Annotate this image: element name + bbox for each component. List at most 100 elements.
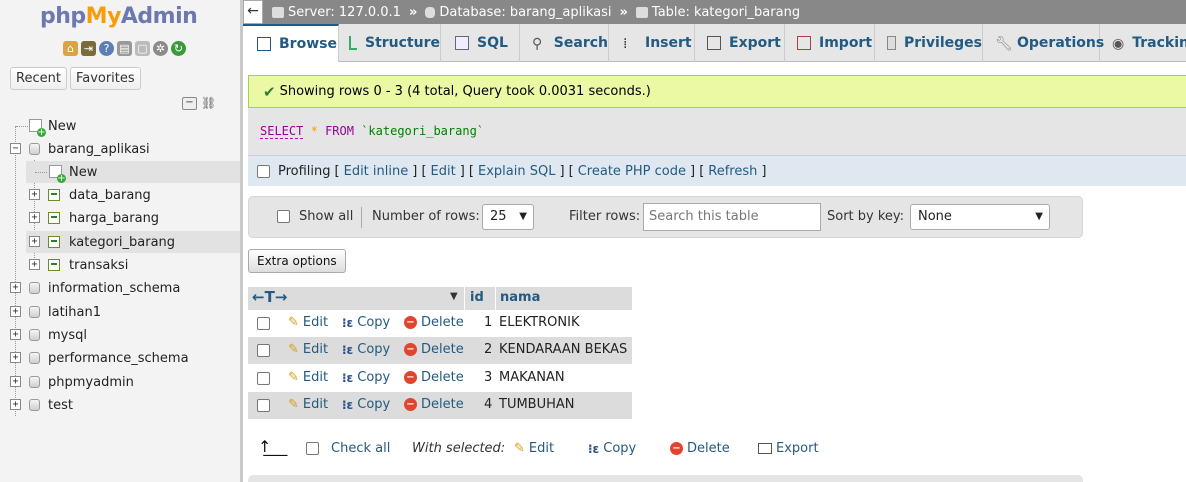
row-checkbox[interactable] xyxy=(257,317,270,330)
tab-insert[interactable]: ⁞ Insert xyxy=(609,24,695,62)
profiling-checkbox[interactable] xyxy=(257,164,270,178)
check-all-control[interactable]: Check all xyxy=(306,441,390,456)
bulk-edit-button[interactable]: ✎ Edit xyxy=(514,441,554,456)
row-checkbox[interactable] xyxy=(257,399,270,412)
cell-id[interactable]: 3 xyxy=(484,370,492,385)
link-with-main-icon[interactable]: ⛓ xyxy=(201,96,216,110)
tree-item-transaksi[interactable]: + transaksi xyxy=(0,254,240,276)
tree-item-harga-barang[interactable]: + harga_barang xyxy=(0,207,240,229)
create-php-code-link[interactable]: Create PHP code xyxy=(578,164,686,179)
show-all-checkbox[interactable] xyxy=(277,210,290,223)
column-header-nama[interactable]: nama xyxy=(496,287,632,310)
tab-export[interactable]: Export xyxy=(695,24,785,62)
bulk-delete-button[interactable]: − Delete xyxy=(670,441,730,456)
row-edit-button[interactable]: ✎ Edit xyxy=(288,315,328,330)
explain-sql-link[interactable]: Explain SQL xyxy=(478,164,555,179)
tab-import[interactable]: Import xyxy=(785,24,875,62)
tab-tracking[interactable]: ◉ Trackin xyxy=(1100,24,1186,62)
tree-item-performance-schema[interactable]: + performance_schema xyxy=(0,347,240,369)
expand-node-icon[interactable]: + xyxy=(29,236,40,247)
row-edit-button[interactable]: ✎ Edit xyxy=(288,342,328,357)
tree-item-data-barang[interactable]: + data_barang xyxy=(0,184,240,206)
favorites-tab[interactable]: Favorites xyxy=(69,67,141,90)
tab-search[interactable]: ⚲ Search xyxy=(520,24,609,62)
row-checkbox[interactable] xyxy=(257,344,270,357)
cell-nama[interactable]: TUMBUHAN xyxy=(499,397,575,412)
collapse-all-icon[interactable]: − xyxy=(182,96,197,110)
bulk-copy-button[interactable]: ⁝ε Copy xyxy=(588,441,636,456)
cell-id[interactable]: 1 xyxy=(484,315,492,330)
expand-node-icon[interactable]: + xyxy=(10,352,21,363)
copy-icon: ⁝ε xyxy=(342,342,354,357)
row-copy-button[interactable]: ⁝ε Copy xyxy=(342,370,390,385)
row-delete-button[interactable]: − Delete xyxy=(404,342,464,357)
sql-query-text[interactable]: SELECT * FROM `kategori_barang` xyxy=(260,124,484,139)
number-of-rows-select[interactable]: 25 ▼ xyxy=(482,204,534,230)
breadcrumb-table[interactable]: Table: kategori_barang xyxy=(635,5,800,20)
pencil-icon: ✎ xyxy=(514,441,525,456)
logout-icon[interactable]: ⇥ xyxy=(81,41,96,56)
expand-node-icon[interactable]: + xyxy=(10,376,21,387)
tree-item-information-schema[interactable]: + information_schema xyxy=(0,277,240,299)
expand-node-icon[interactable]: + xyxy=(29,259,40,270)
column-resize-arrows-icon[interactable]: ←T→ xyxy=(252,288,287,306)
settings-gear-icon[interactable]: ✲ xyxy=(153,41,168,56)
expand-node-icon[interactable]: + xyxy=(10,282,21,293)
expand-node-icon[interactable]: + xyxy=(29,189,40,200)
tab-operations[interactable]: 🔧︎ Operations xyxy=(983,24,1104,62)
row-delete-button[interactable]: − Delete xyxy=(404,397,464,412)
sort-by-key-select[interactable]: None ▼ xyxy=(910,204,1050,230)
sidebar-resize-handle[interactable] xyxy=(240,0,243,482)
server-icon xyxy=(272,6,284,18)
tab-privileges[interactable]: Privileges xyxy=(875,24,983,62)
cell-id[interactable]: 2 xyxy=(484,342,492,357)
bulk-export-button[interactable]: Export xyxy=(758,441,819,456)
back-arrow-icon[interactable]: ← xyxy=(243,0,263,24)
column-header-id[interactable]: id xyxy=(465,287,495,310)
row-edit-button[interactable]: ✎ Edit xyxy=(288,397,328,412)
expand-node-icon[interactable]: + xyxy=(10,399,21,410)
home-icon[interactable]: ⌂ xyxy=(63,41,78,56)
expand-node-icon[interactable]: + xyxy=(10,306,21,317)
help-icon[interactable]: ? xyxy=(99,41,114,56)
collapse-node-icon[interactable]: − xyxy=(10,143,21,154)
tree-item-new-table[interactable]: New xyxy=(26,161,240,183)
edit-link[interactable]: Edit xyxy=(431,164,456,179)
extra-options-button[interactable]: Extra options xyxy=(248,249,346,273)
docs-icon[interactable]: ▤ xyxy=(117,41,132,56)
row-checkbox[interactable] xyxy=(257,372,270,385)
breadcrumb-database[interactable]: Database: barang_aplikasi xyxy=(425,5,612,20)
row-delete-button[interactable]: − Delete xyxy=(404,370,464,385)
row-copy-button[interactable]: ⁝ε Copy xyxy=(342,342,390,357)
cell-nama[interactable]: KENDARAAN BEKAS xyxy=(499,342,627,357)
edit-inline-link[interactable]: Edit inline xyxy=(344,164,409,179)
tree-item-test[interactable]: + test xyxy=(0,394,240,416)
tree-item-mysql[interactable]: + mysql xyxy=(0,324,240,346)
tab-structure[interactable]: Structure xyxy=(339,24,441,62)
tree-item-latihan1[interactable]: + latihan1 xyxy=(0,301,240,323)
filter-rows-input[interactable]: Search this table xyxy=(643,203,821,231)
column-menu-chevron-icon[interactable]: ▼ xyxy=(450,291,458,302)
cell-nama[interactable]: MAKANAN xyxy=(499,370,565,385)
phpmyadmin-logo[interactable]: phpMyAdmin xyxy=(40,4,198,29)
reload-icon[interactable]: ↻ xyxy=(171,41,186,56)
expand-node-icon[interactable]: + xyxy=(10,329,21,340)
refresh-link[interactable]: Refresh xyxy=(708,164,757,179)
tab-browse[interactable]: Browse xyxy=(243,24,339,62)
recent-tab[interactable]: Recent xyxy=(10,67,67,90)
tree-item-kategori-barang[interactable]: + kategori_barang xyxy=(26,231,240,253)
tree-item-barang-aplikasi[interactable]: − barang_aplikasi xyxy=(0,138,240,160)
expand-node-icon[interactable]: + xyxy=(29,212,40,223)
breadcrumb-server[interactable]: Server: 127.0.0.1 xyxy=(272,5,401,20)
check-all-checkbox[interactable] xyxy=(306,442,319,455)
tree-item-phpmyadmin[interactable]: + phpmyadmin xyxy=(0,371,240,393)
tab-sql[interactable]: SQL xyxy=(441,24,520,62)
row-edit-button[interactable]: ✎ Edit xyxy=(288,370,328,385)
row-copy-button[interactable]: ⁝ε Copy xyxy=(342,397,390,412)
document-icon[interactable]: ▢ xyxy=(135,41,150,56)
row-delete-button[interactable]: − Delete xyxy=(404,315,464,330)
cell-id[interactable]: 4 xyxy=(484,397,492,412)
tree-item-new-database[interactable]: New xyxy=(0,115,240,137)
row-copy-button[interactable]: ⁝ε Copy xyxy=(342,315,390,330)
cell-nama[interactable]: ELEKTRONIK xyxy=(499,315,579,330)
